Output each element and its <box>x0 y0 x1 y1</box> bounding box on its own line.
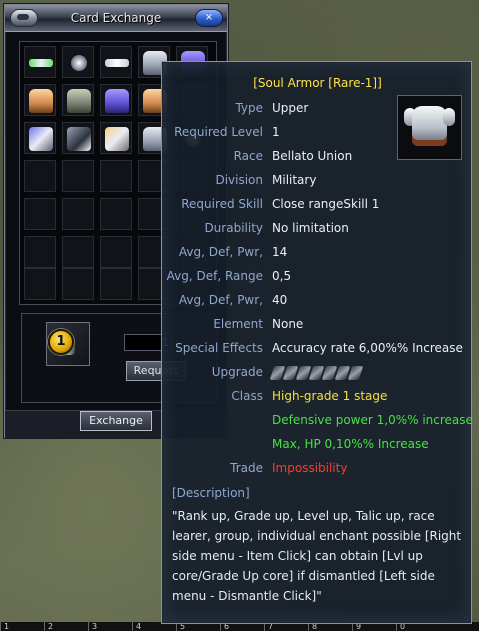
stat-label: Upgrade <box>211 365 263 379</box>
stat-value: No limitation <box>272 221 349 235</box>
stat-label: Element <box>213 317 263 331</box>
grid-cell[interactable] <box>100 268 132 300</box>
grid-cell[interactable] <box>100 198 132 230</box>
hotbar-key[interactable]: 1 <box>0 622 38 631</box>
exchange-button[interactable]: Exchange <box>80 411 152 431</box>
gloves-item-icon <box>67 127 91 151</box>
grid-cell[interactable] <box>24 84 56 116</box>
stat-label: Race <box>233 149 263 163</box>
stat-row-upgrade: Upgrade <box>162 365 473 381</box>
window-title: Card Exchange <box>70 11 162 25</box>
stat-row-def-pwr-2: Avg, Def, Pwr, 40 <box>162 293 473 309</box>
grid-cell[interactable] <box>100 236 132 268</box>
grid-cell[interactable] <box>24 236 56 268</box>
description-text: "Rank up, Grade up, Level up, Talic up, … <box>172 509 462 603</box>
stat-row-trade: Trade Impossibility <box>162 461 473 477</box>
stat-value: Max, HP 0,10%% Increase <box>272 437 429 451</box>
description-header: [Description] <box>172 486 250 500</box>
stat-value: 40 <box>272 293 288 307</box>
stat-value: Bellato Union <box>272 149 353 163</box>
stat-row-class: Class High-grade 1 stage <box>162 389 473 405</box>
stat-label: Required Level <box>174 125 263 139</box>
stat-row-required-skill: Required Skill Close rangeSkill 1 <box>162 197 473 213</box>
stat-row-race: Race Bellato Union <box>162 149 473 165</box>
grid-cell[interactable] <box>62 236 94 268</box>
stat-row-durability: Durability No limitation <box>162 221 473 237</box>
stat-row-bonus-defense: Defensive power 1,0%% increase <box>162 413 473 429</box>
grid-cell[interactable] <box>24 122 56 154</box>
boots-gold-item-icon <box>105 127 129 151</box>
stat-row-def-pwr: Avg, Def, Pwr, 14 <box>162 245 473 261</box>
grid-cell[interactable] <box>24 198 56 230</box>
stat-value: 14 <box>272 245 288 259</box>
stat-row-bonus-hp: Max, HP 0,10%% Increase <box>162 437 473 453</box>
hotbar-key[interactable]: 3 <box>88 622 126 631</box>
stat-row-def-range: Avg, Def, Range 0,5 <box>162 269 473 285</box>
grid-cell[interactable] <box>100 160 132 192</box>
stat-label: Avg, Def, Pwr, <box>178 245 263 259</box>
armor-lower-purple-item-icon <box>105 89 129 113</box>
window-titlebar[interactable]: Card Exchange ⨯ <box>5 5 227 32</box>
grid-cell[interactable] <box>62 46 94 78</box>
item-title: [Soul Armor [Rare-1]] <box>253 76 382 90</box>
stat-label: Division <box>215 173 263 187</box>
stat-label: Durability <box>204 221 263 235</box>
stat-label: Required Skill <box>181 197 263 211</box>
grid-cell[interactable] <box>62 268 94 300</box>
stat-label: Avg, Def, Range <box>166 269 263 283</box>
stat-row-element: Element None <box>162 317 473 333</box>
item-tooltip: [Soul Armor [Rare-1]] Type Upper Required… <box>161 61 473 624</box>
stat-row-division: Division Military <box>162 173 473 189</box>
stat-value: Close rangeSkill 1 <box>272 197 380 211</box>
grid-cell[interactable] <box>100 122 132 154</box>
stat-row-required-level: Required Level 1 <box>162 125 473 141</box>
stat-value: High-grade 1 stage <box>272 389 388 403</box>
grid-cell[interactable] <box>62 122 94 154</box>
grid-cell[interactable] <box>100 46 132 78</box>
upgrade-slot-icons <box>269 365 364 380</box>
stat-label: Special Effects <box>175 341 263 355</box>
stat-label: Type <box>235 101 263 115</box>
hotbar-key[interactable]: 2 <box>44 622 82 631</box>
grid-cell[interactable] <box>62 198 94 230</box>
upgrade-slots <box>269 365 364 380</box>
grid-cell[interactable] <box>24 268 56 300</box>
slot-count-badge: 1 <box>48 329 74 355</box>
close-button[interactable]: ⨯ <box>195 9 223 27</box>
grid-cell[interactable] <box>62 84 94 116</box>
grid-cell[interactable] <box>24 160 56 192</box>
small-orb-item-icon <box>71 55 87 71</box>
grid-cell[interactable] <box>62 160 94 192</box>
bar-green-item-icon <box>29 59 53 67</box>
armor-upper-grey-item-icon <box>67 89 91 113</box>
stat-value: Upper <box>272 101 309 115</box>
stat-value: 1 <box>272 125 280 139</box>
stat-label: Class <box>231 389 263 403</box>
stat-row-special-effects: Special Effects Accuracy rate 6,00%% Incr… <box>162 341 473 357</box>
boots-purple-item-icon <box>29 127 53 151</box>
grid-cell[interactable] <box>24 46 56 78</box>
stat-value: Accuracy rate 6,00%% Increase <box>272 341 463 355</box>
bar-white-item-icon <box>105 59 129 67</box>
stat-label: Avg, Def, Pwr, <box>178 293 263 307</box>
upgrade-slot-icon <box>347 365 364 380</box>
stat-value: Defensive power 1,0%% increase <box>272 413 473 427</box>
stat-value: Impossibility <box>272 461 348 475</box>
stat-value: None <box>272 317 304 331</box>
stat-row-type: Type Upper <box>162 101 473 117</box>
stat-value: Military <box>272 173 317 187</box>
armor-upper-orange-item-icon <box>29 89 53 113</box>
stat-value: 0,5 <box>272 269 292 283</box>
grid-cell[interactable] <box>100 84 132 116</box>
stat-label: Trade <box>230 461 263 475</box>
